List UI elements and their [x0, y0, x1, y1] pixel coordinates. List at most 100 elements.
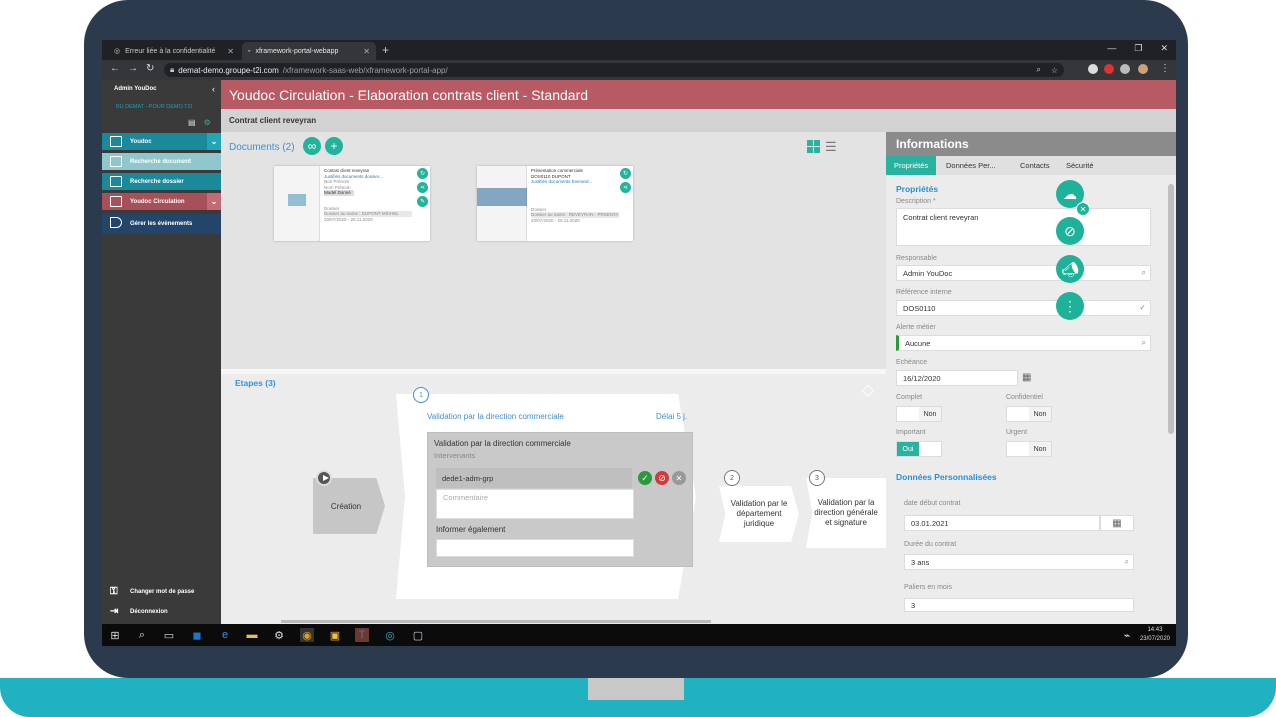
- echeance-field[interactable]: 16/12/2020: [896, 370, 1018, 386]
- description-field[interactable]: Contrat client reveyran: [896, 208, 1151, 246]
- browser-addressbar: ← → ↻ 🔒︎ demat-demo.groupe-t2i.com/xfram…: [102, 60, 1176, 80]
- sidebar-item-youdoc[interactable]: Youdoc ⌄: [102, 133, 221, 150]
- responsable-field[interactable]: Admin YouDoc ⌕: [896, 265, 1151, 281]
- capture-icon[interactable]: ▢: [411, 628, 425, 642]
- windows-start-icon[interactable]: ⊞: [108, 628, 122, 642]
- date-debut-field[interactable]: 03.01.2021: [904, 515, 1100, 531]
- complet-toggle[interactable]: Non: [896, 406, 942, 422]
- paliers-field[interactable]: 3: [904, 598, 1134, 612]
- grid-view-icon[interactable]: [807, 140, 820, 153]
- calendar-button[interactable]: ▦: [1100, 515, 1134, 531]
- extension-icon[interactable]: [1104, 64, 1114, 74]
- announce-button[interactable]: 📣︎: [1056, 255, 1084, 283]
- back-icon[interactable]: ←: [110, 63, 120, 74]
- gear-icon[interactable]: ⚙: [204, 118, 211, 127]
- collapse-sidebar-icon[interactable]: ‹: [212, 84, 215, 94]
- extension-icon[interactable]: [1088, 64, 1098, 74]
- duree-field[interactable]: 3 ans ⌕: [904, 554, 1134, 570]
- search-icon[interactable]: ⌕: [1142, 268, 1146, 278]
- reload-icon[interactable]: ↻: [146, 63, 154, 74]
- file-explorer-icon[interactable]: ▬: [245, 628, 259, 642]
- sidebar-item-gerer-evenements[interactable]: Gérer les évènements: [102, 214, 221, 234]
- briefcase-icon: [110, 196, 122, 207]
- logout-button[interactable]: ⇥ Déconnexion: [102, 603, 221, 621]
- skip-button[interactable]: ✕: [672, 471, 686, 485]
- link-icon: ∞: [307, 139, 317, 153]
- approve-button[interactable]: ✓: [638, 471, 652, 485]
- sidebar-item-recherche-document[interactable]: Recherche document: [102, 153, 221, 170]
- store-icon[interactable]: ▣: [328, 628, 342, 642]
- tab-securite[interactable]: Sécurité: [1066, 156, 1094, 175]
- taskbar-clock[interactable]: 14:43 23/07/2020: [1140, 626, 1170, 644]
- app-icon[interactable]: ◎: [383, 628, 397, 642]
- avatar[interactable]: [1138, 64, 1148, 74]
- step-3[interactable]: Validation par la direction générale et …: [806, 478, 886, 548]
- close-tab-icon[interactable]: ✕: [363, 47, 370, 56]
- step-2[interactable]: Validation par le département juridique: [719, 486, 799, 542]
- new-tab-button[interactable]: +: [382, 43, 389, 57]
- reference-field[interactable]: DOS0110 ✓: [896, 300, 1151, 316]
- reject-button[interactable]: ⊘: [655, 471, 669, 485]
- star-icon[interactable]: ☆: [1051, 66, 1058, 75]
- step-creation[interactable]: Création: [313, 478, 385, 534]
- refresh-button[interactable]: ↻: [417, 168, 428, 179]
- sidebar-item-label: Recherche dossier: [130, 178, 184, 185]
- comment-field[interactable]: Commentaire: [436, 489, 634, 519]
- horizontal-scrollbar[interactable]: [281, 620, 711, 623]
- search-icon[interactable]: ⌕: [135, 628, 149, 642]
- calendar-icon[interactable]: ▦: [1022, 372, 1031, 383]
- panel-icon[interactable]: ▤: [188, 118, 196, 127]
- add-document-button[interactable]: +: [325, 137, 343, 155]
- forbidden-icon: ⊘: [658, 472, 666, 483]
- forbid-button[interactable]: ⊘: [1056, 217, 1084, 245]
- search-icon[interactable]: ⌕: [1125, 557, 1129, 567]
- url-field[interactable]: 🔒︎ demat-demo.groupe-t2i.com/xframework-…: [164, 63, 1064, 77]
- browser-tab-privacy[interactable]: ◎ Erreur liée à la confidentialité ✕: [108, 42, 240, 60]
- puzzle-icon[interactable]: [1120, 64, 1130, 74]
- browser-tab-portal[interactable]: ▪ xframework-portal-webapp ✕: [242, 42, 376, 60]
- chrome-icon[interactable]: ◉: [300, 628, 314, 642]
- important-toggle[interactable]: Oui: [896, 441, 942, 457]
- search-icon[interactable]: ⌕: [1142, 338, 1146, 348]
- edge-icon[interactable]: e: [218, 628, 232, 642]
- change-password-button[interactable]: ⚿ Changer mot de passe: [102, 583, 221, 601]
- tab-proprietes[interactable]: Propriétés: [886, 156, 937, 175]
- kebab-menu-icon[interactable]: ⋮: [1160, 63, 1170, 74]
- chevron-down-icon[interactable]: ⌄: [207, 193, 221, 210]
- refresh-button[interactable]: ↻: [620, 168, 631, 179]
- task-view-icon[interactable]: ▭: [162, 628, 176, 642]
- restore-icon[interactable]: ❐: [1134, 43, 1142, 54]
- sidebar-item-youdoc-circulation[interactable]: Youdoc Circulation ⌄: [102, 193, 221, 210]
- minimize-icon[interactable]: —: [1107, 43, 1116, 54]
- list-view-icon[interactable]: ☰: [825, 140, 837, 153]
- document-link[interactable]: Justifiés documents Everand...: [531, 179, 619, 185]
- network-icon[interactable]: ⌁: [1120, 628, 1134, 642]
- zoom-icon[interactable]: ⌕: [1036, 65, 1040, 75]
- urgent-toggle[interactable]: Non: [1006, 441, 1052, 457]
- more-button[interactable]: ⋮: [1056, 292, 1084, 320]
- close-window-icon[interactable]: ✕: [1160, 43, 1168, 54]
- link-button[interactable]: ∞: [303, 137, 321, 155]
- share-button[interactable]: ⋖: [620, 182, 631, 193]
- play-icon[interactable]: [316, 470, 332, 486]
- document-card[interactable]: Présentation commerciale DOS0110 DUPONT …: [477, 166, 633, 241]
- inform-input[interactable]: [436, 539, 634, 557]
- chevron-down-icon[interactable]: ⌄: [207, 133, 221, 150]
- confidentiel-toggle[interactable]: Non: [1006, 406, 1052, 422]
- sidebar-item-label: Gérer les évènements: [130, 221, 193, 227]
- teams-icon[interactable]: T: [355, 628, 369, 642]
- sidebar-item-recherche-dossier[interactable]: Recherche dossier: [102, 173, 221, 190]
- close-tab-icon[interactable]: ✕: [227, 47, 234, 56]
- tab-donnees-perso[interactable]: Données Per...: [946, 156, 996, 175]
- expand-icon[interactable]: ◇: [862, 380, 874, 400]
- alerte-field[interactable]: Aucune ⌕: [896, 335, 1151, 351]
- edit-button[interactable]: ✎: [417, 196, 428, 207]
- document-card[interactable]: Contrat client reveyran Justifiés docume…: [274, 166, 430, 241]
- share-button[interactable]: ⋖: [417, 182, 428, 193]
- forward-icon[interactable]: →: [128, 63, 138, 74]
- outlook-icon[interactable]: ◼: [190, 628, 204, 642]
- tab-contacts[interactable]: Contacts: [1020, 156, 1050, 175]
- vertical-scrollbar[interactable]: [1168, 184, 1174, 434]
- close-fab-button[interactable]: ✕: [1076, 202, 1090, 216]
- settings-icon[interactable]: ⚙: [272, 628, 286, 642]
